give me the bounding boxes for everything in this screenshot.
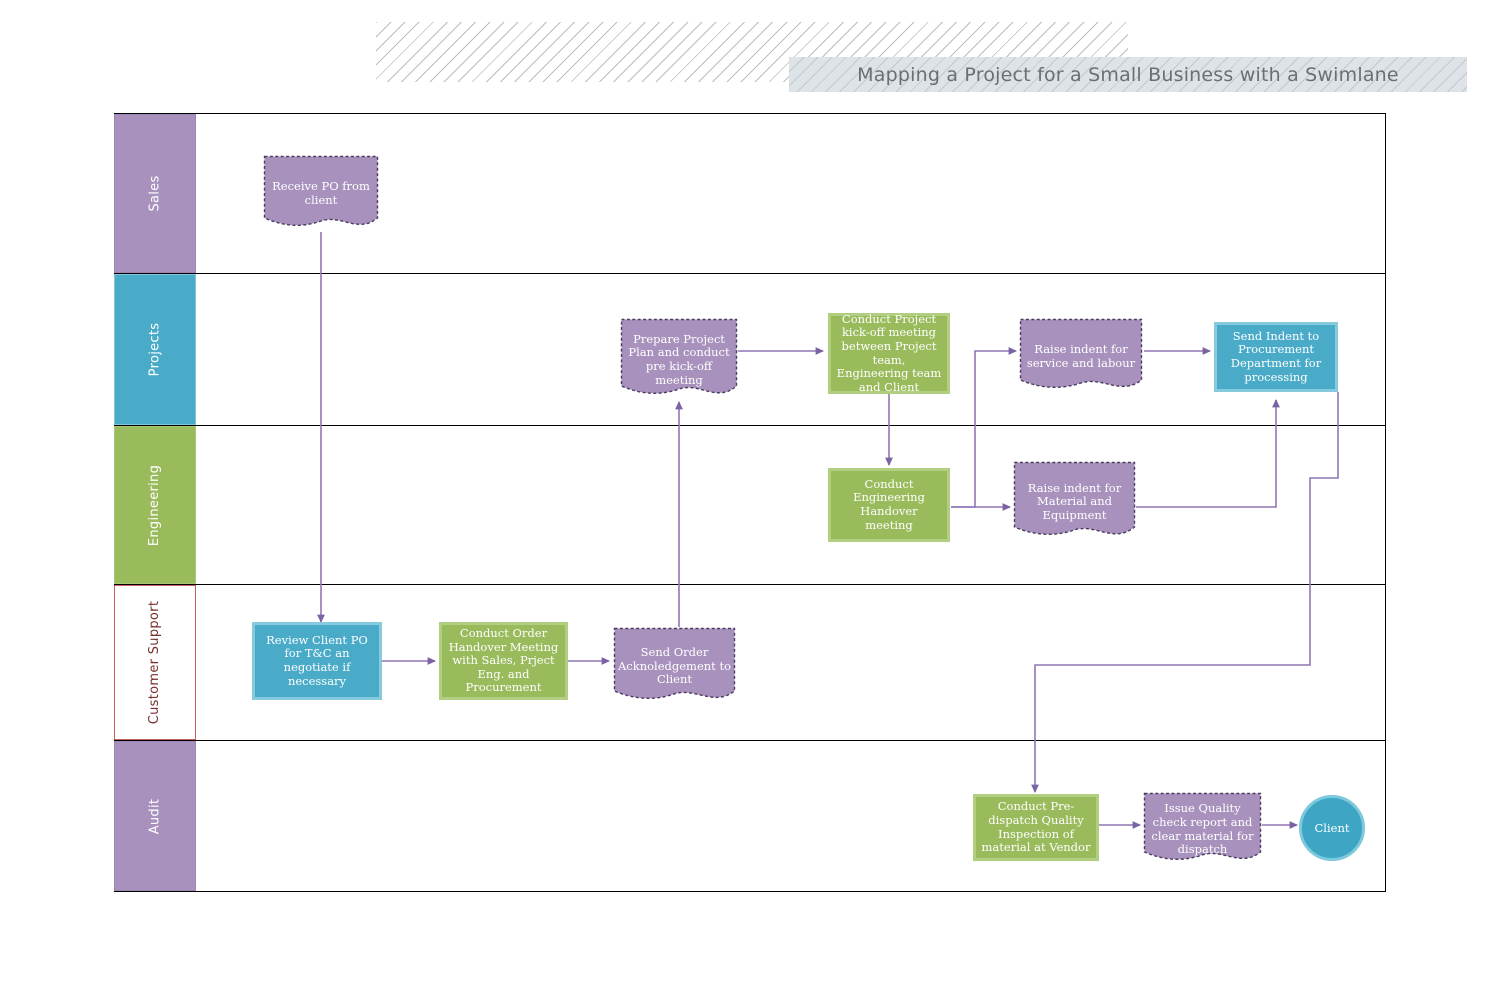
node-label: Review Client PO for T&C an negotiate if… <box>266 632 368 688</box>
node-review-po[interactable]: Review Client PO for T&C an negotiate if… <box>252 622 382 700</box>
lane-divider-4 <box>114 740 1386 741</box>
lane-header-projects[interactable]: Projects <box>114 274 196 425</box>
node-client-end[interactable]: Client <box>1299 795 1365 861</box>
node-send-indent[interactable]: Send Indent to Procurement Department fo… <box>1214 322 1338 392</box>
node-label: Raise indent for service and labour <box>1026 341 1136 370</box>
node-label: Conduct Project kick-off meeting between… <box>836 311 942 394</box>
page-title: Mapping a Project for a Small Business w… <box>857 63 1399 86</box>
lane-header-engineering[interactable]: Engineering <box>114 426 196 584</box>
node-label: Prepare Project Plan and conduct pre kic… <box>628 331 730 387</box>
lane-label-customer-support: Customer Support <box>147 600 163 725</box>
lane-label-engineering: Engineering <box>147 464 163 546</box>
node-quality-report[interactable]: Issue Quality check report and clear mat… <box>1143 792 1262 867</box>
lane-label-sales: Sales <box>147 175 163 212</box>
lane-header-sales[interactable]: Sales <box>114 114 196 273</box>
node-pre-dispatch[interactable]: Conduct Pre-dispatch Quality Inspection … <box>973 794 1099 861</box>
lane-header-customer-support[interactable]: Customer Support <box>114 585 196 740</box>
lane-header-audit[interactable]: Audit <box>114 741 196 891</box>
node-eng-handover[interactable]: Conduct Engineering Handover meeting <box>828 468 950 542</box>
node-label: Conduct Pre-dispatch Quality Inspection … <box>981 799 1091 855</box>
node-label: Issue Quality check report and clear mat… <box>1151 801 1254 857</box>
node-order-handover[interactable]: Conduct Order Handover Meeting with Sale… <box>439 622 568 700</box>
node-kickoff-meeting[interactable]: Conduct Project kick-off meeting between… <box>828 311 950 394</box>
lane-divider-1 <box>114 273 1386 274</box>
lane-divider-2 <box>114 425 1386 426</box>
node-label: Raise indent for Material and Equipment <box>1027 480 1122 522</box>
node-label: Client <box>1314 821 1350 835</box>
node-indent-service[interactable]: Raise indent for service and labour <box>1019 318 1143 395</box>
node-label: Send Indent to Procurement Department fo… <box>1230 328 1322 384</box>
lane-divider-3 <box>114 584 1386 585</box>
title-inner-box: Mapping a Project for a Small Business w… <box>789 57 1467 92</box>
node-label: Conduct Engineering Handover meeting <box>853 476 925 532</box>
lane-label-projects: Projects <box>147 322 163 377</box>
node-indent-material[interactable]: Raise indent for Material and Equipment <box>1013 461 1136 543</box>
node-label: Send Order Acknoledgement to Client <box>618 645 731 687</box>
node-receive-po[interactable]: Receive PO from client <box>263 155 379 233</box>
title-banner: Mapping a Project for a Small Business w… <box>376 22 1467 92</box>
node-prepare-plan[interactable]: Prepare Project Plan and conduct pre kic… <box>620 318 738 402</box>
swimlane-diagram: Mapping a Project for a Small Business w… <box>0 0 1500 1000</box>
node-label: Conduct Order Handover Meeting with Sale… <box>448 626 559 695</box>
node-label: Receive PO from client <box>272 179 370 207</box>
lane-label-audit: Audit <box>147 798 163 834</box>
node-send-ack[interactable]: Send Order Acknoledgement to Client <box>613 627 736 706</box>
